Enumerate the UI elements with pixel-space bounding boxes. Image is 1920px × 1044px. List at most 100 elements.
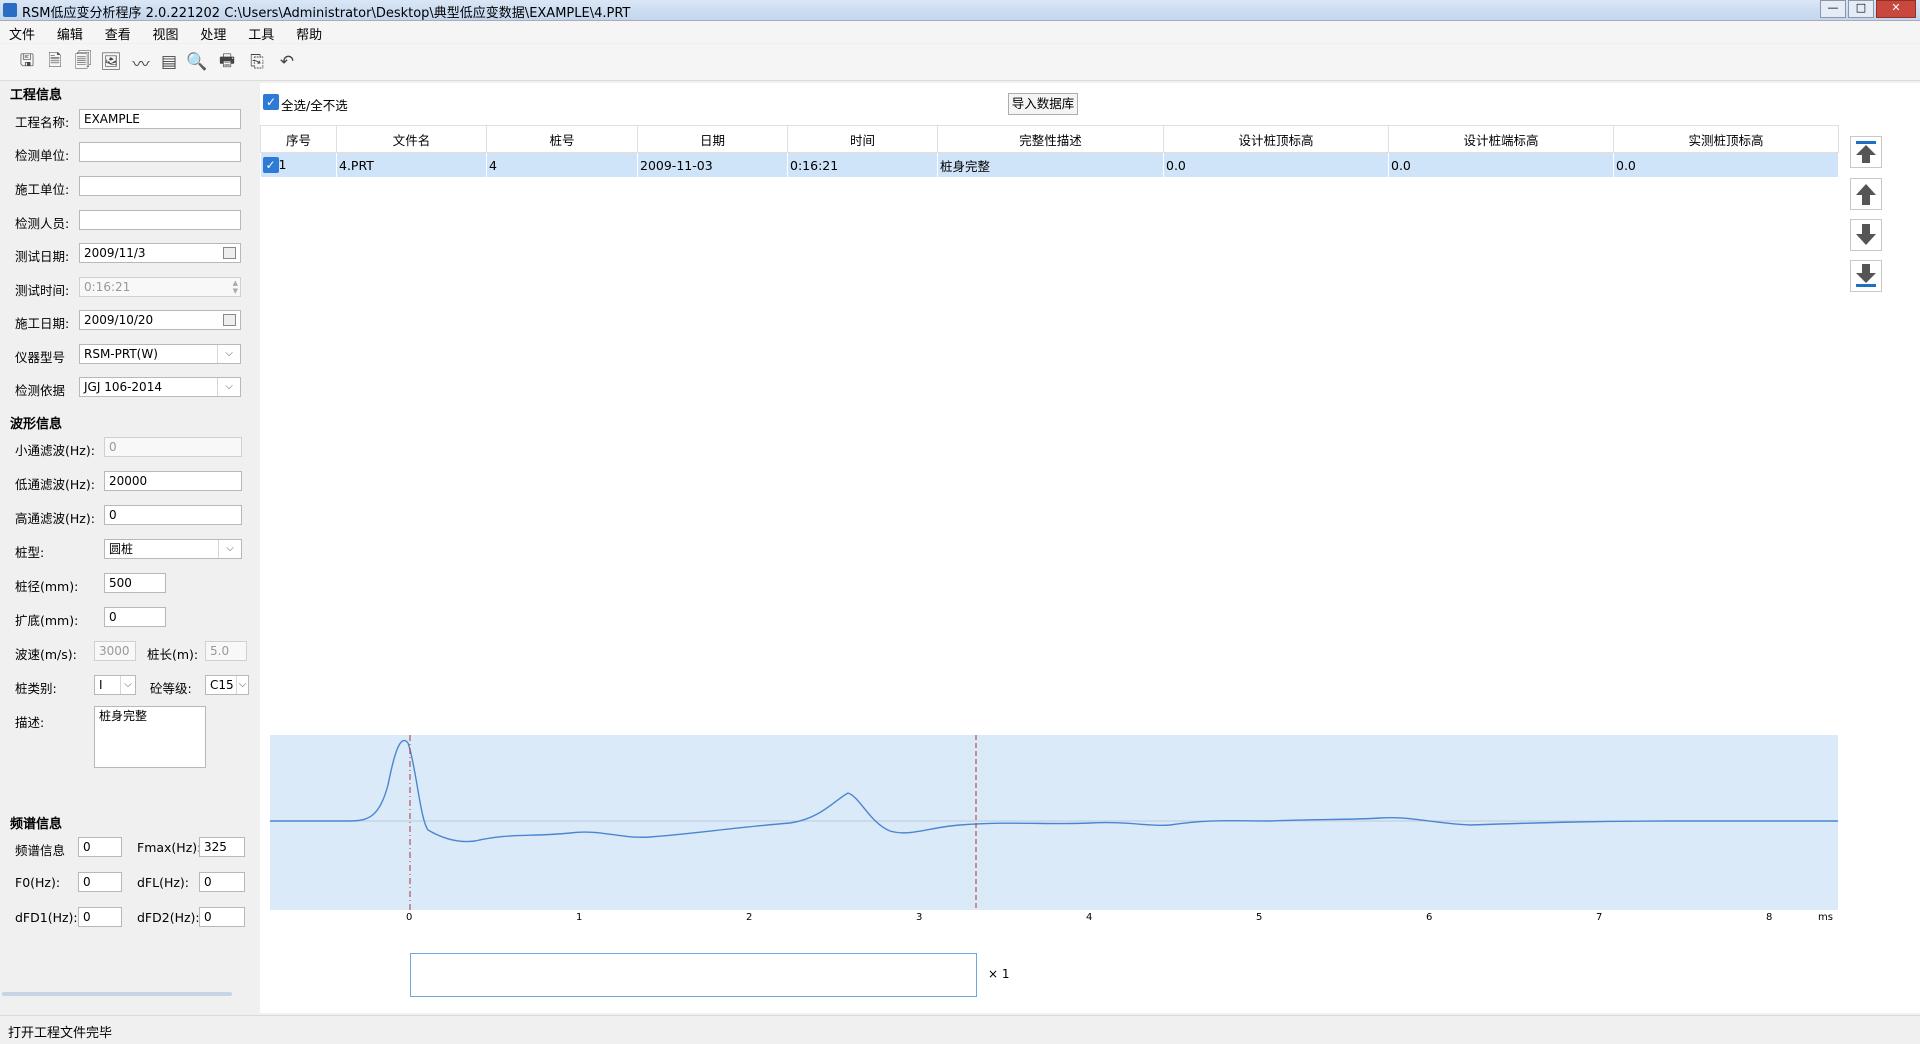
column-header-measured-top[interactable]: 实测桩顶标高 [1613,125,1839,153]
test-time-label: 测试时间: [15,283,70,298]
minimize-button[interactable]: — [1820,0,1846,18]
maximize-button[interactable]: □ [1848,0,1874,18]
grade-select[interactable]: C15 ⌵ [205,675,249,695]
column-header-integrity[interactable]: 完整性描述 [937,125,1164,153]
column-header-design-top[interactable]: 设计桩顶标高 [1163,125,1389,153]
menu-file[interactable]: 文件 [0,21,44,46]
waveform-trace [270,740,1838,843]
f0-field[interactable]: 0 [78,872,122,892]
chevron-down-icon[interactable]: ⌵ [120,676,135,694]
select-all-checkbox[interactable]: ✓ [263,94,279,110]
enlarge-field[interactable]: 0 [104,607,166,627]
grade-label: 砼等级: [150,681,192,696]
menu-process[interactable]: 处理 [191,21,235,46]
test-date-picker[interactable]: 2009/11/3 [79,243,241,263]
pile-type-select[interactable]: 圆桩 ⌵ [104,539,242,559]
diameter-field[interactable]: 500 [104,573,166,593]
standard-select[interactable]: JGJ 106-2014 ⌵ [79,377,241,397]
row-checkbox[interactable]: ✓ [262,157,279,174]
toolbar: 🖫 🗎 🗐 🖼 〰 ▤ 🔍 🖶 ⎘ ↶ [0,44,1920,81]
x-tick-7: 7 [1596,912,1603,923]
spinner-icon: ▲ ▼ [232,279,238,295]
instrument-select[interactable]: RSM-PRT(W) ⌵ [79,344,241,364]
dfl-label: dFL(Hz): [137,875,190,890]
chevron-down-icon[interactable]: ⌵ [217,378,240,396]
chevron-down-icon[interactable]: ⌵ [236,676,248,694]
chevron-down-icon[interactable]: ⌵ [217,345,240,363]
inspection-unit-field[interactable] [79,142,241,162]
close-button[interactable]: ✕ [1876,0,1916,18]
x-tick-6: 6 [1426,912,1433,923]
menu-help[interactable]: 帮助 [287,21,331,46]
test-date-value: 2009/11/3 [84,246,146,260]
move-up-icon [1856,184,1876,205]
dfd1-label: dFD1(Hz): [15,910,78,925]
table-cell: 桩身完整 [937,152,1164,177]
dfd2-field[interactable]: 0 [199,907,245,927]
instrument-label: 仪器型号 [15,350,66,365]
save-icon[interactable]: 🖫 [16,51,38,73]
move-top-button[interactable] [1850,136,1882,168]
standard-value: JGJ 106-2014 [84,380,162,394]
file-table: 序号 文件名 桩号 日期 时间 完整性描述 设计桩顶标高 设计桩端标高 实测桩顶… [260,125,1839,177]
move-bottom-button[interactable] [1850,260,1882,292]
column-header-index[interactable]: 序号 [260,125,337,153]
export-icon[interactable]: ⎘ [246,51,268,73]
dfd1-field[interactable]: 0 [78,907,122,927]
document-list-icon[interactable]: 🗐 [72,51,94,73]
search-document-icon[interactable]: 🔍 [186,51,208,73]
menu-edit[interactable]: 编辑 [48,21,92,46]
fmax-field[interactable]: 325 [199,837,245,857]
undo-icon[interactable]: ↶ [276,51,298,73]
table-cell: 4.PRT [336,152,487,177]
project-name-field[interactable]: EXAMPLE [79,109,241,129]
printer-icon[interactable]: 🖶 [216,51,238,73]
column-header-date[interactable]: 日期 [637,125,788,153]
category-select[interactable]: I ⌵ [94,675,136,695]
menu-tools[interactable]: 工具 [239,21,283,46]
waveform-svg [270,735,1838,910]
title-bar: RSM低应变分析程序 2.0.221202 C:\Users\Administr… [0,0,1920,21]
waveform-plot[interactable] [270,735,1838,910]
column-header-filename[interactable]: 文件名 [336,125,487,153]
x-tick-2: 2 [746,912,753,923]
chevron-down-icon[interactable]: ⌵ [218,540,241,558]
waveform-input-box[interactable] [410,953,977,997]
report-icon[interactable]: ▤ [158,51,180,73]
project-info-title: 工程信息 [10,88,63,103]
table-cell: ✓ 1 [260,152,337,177]
description-textarea[interactable]: 桩身完整 [94,706,206,768]
table-cell: 0.0 [1613,152,1839,177]
waveform-icon[interactable]: 〰 [130,51,152,75]
status-bar: 打开工程文件完毕 [0,1015,1920,1044]
spectrum-info-title: 频谱信息 [10,817,63,832]
calendar-icon[interactable] [223,314,236,326]
column-header-time[interactable]: 时间 [787,125,938,153]
import-database-button[interactable]: 导入数据库 [1008,93,1078,115]
calendar-icon[interactable] [223,247,236,259]
move-down-button[interactable] [1850,219,1882,251]
inspector-field[interactable] [79,210,241,230]
low-filter-field[interactable]: 20000 [104,471,242,491]
image-icon[interactable]: 🖼 [100,51,122,73]
high-filter-field[interactable]: 0 [104,505,242,525]
menu-display[interactable]: 视图 [144,21,188,46]
diameter-label: 桩径(mm): [15,579,79,594]
construction-unit-field[interactable] [79,176,241,196]
dfl-field[interactable]: 0 [199,872,245,892]
x-tick-0: 0 [406,912,413,923]
move-top-icon [1856,141,1876,163]
column-header-pile-no[interactable]: 桩号 [486,125,638,153]
x-axis-unit: ms [1818,912,1833,923]
column-header-design-bottom[interactable]: 设计桩端标高 [1388,125,1614,153]
document-icon[interactable]: 🗎 [44,51,66,73]
test-time-field: 0:16:21 ▲ ▼ [79,277,241,297]
left-panel-scrollbar[interactable] [2,992,232,996]
build-date-picker[interactable]: 2009/10/20 [79,310,241,330]
move-up-button[interactable] [1850,178,1882,210]
menu-view[interactable]: 查看 [96,21,140,46]
spectrum-info-field[interactable]: 0 [78,837,122,857]
instrument-value: RSM-PRT(W) [84,347,158,361]
category-value: I [99,678,103,692]
table-row[interactable]: ✓ 1 4.PRT 4 2009-11-03 0:16:21 桩身完整 0.0 0… [260,152,1839,177]
